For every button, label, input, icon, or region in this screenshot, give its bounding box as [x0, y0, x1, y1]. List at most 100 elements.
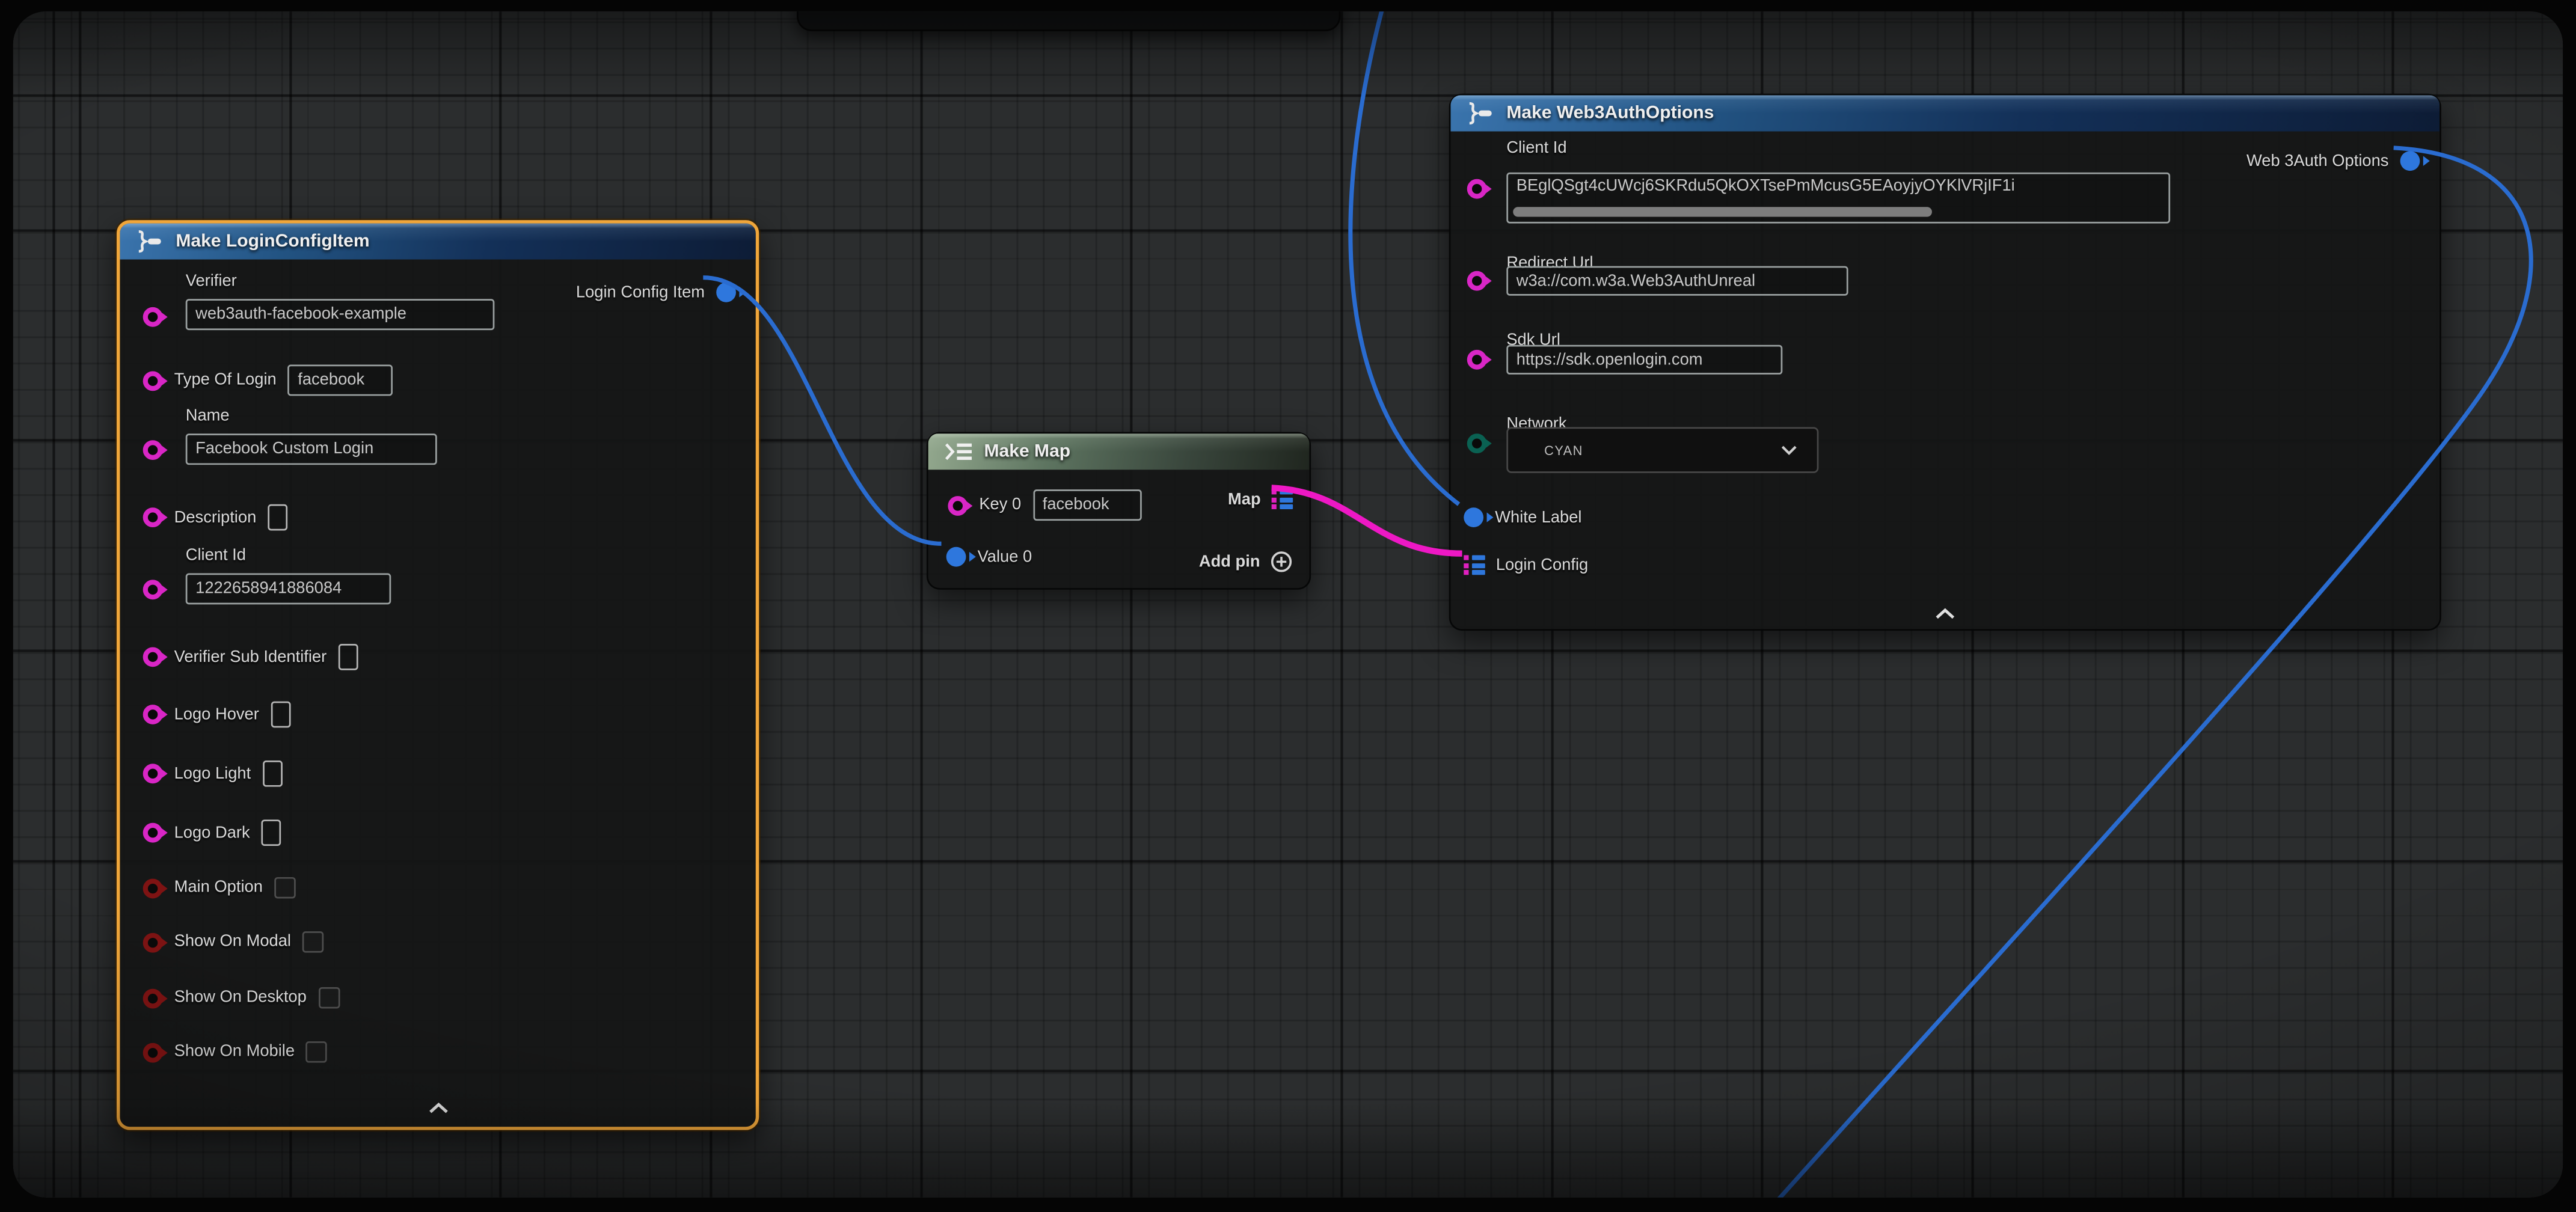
node-header[interactable]: Make Map — [928, 433, 1310, 470]
pin-label-login-config: Login Config — [1496, 556, 1588, 574]
input-pin-client-id[interactable] — [1467, 179, 1487, 199]
node-make-web3authoptions[interactable]: Make Web3AuthOptions Web 3Auth Options C… — [1449, 94, 2441, 631]
input-pin-verifier-sub-identifier[interactable] — [143, 647, 163, 667]
node-make-map[interactable]: Make Map Key 0 facebook Map Value 0 Add … — [927, 432, 1311, 590]
pin-label-verifier: Verifier — [186, 273, 237, 291]
row-verifier-sub-identifier: Verifier Sub Identifier — [143, 644, 358, 670]
redirect-url-input[interactable]: w3a://com.w3a.Web3AuthUnreal — [1506, 266, 1848, 296]
input-pin-logo-dark[interactable] — [143, 823, 163, 843]
row-description: Description — [143, 504, 288, 531]
row-main-option: Main Option — [143, 877, 296, 899]
input-pin-show-on-mobile[interactable] — [143, 1042, 163, 1062]
client-id-scrollbar[interactable] — [1513, 207, 1932, 216]
show-on-mobile-checkbox[interactable] — [306, 1041, 328, 1063]
node-title: Make Web3AuthOptions — [1506, 103, 1714, 123]
output-row-map: Map — [1228, 489, 1293, 509]
output-pin-label: Login Config Item — [576, 283, 705, 301]
row-value0: Value 0 — [946, 547, 1032, 567]
node-header[interactable]: Make Web3AuthOptions — [1450, 95, 2440, 131]
show-on-modal-checkbox[interactable] — [302, 931, 324, 953]
row-show-on-desktop: Show On Desktop — [143, 987, 340, 1009]
pin-label-show-on-modal: Show On Modal — [174, 933, 291, 951]
input-pin-description[interactable] — [143, 507, 163, 527]
output-pin-label: Web 3Auth Options — [2246, 152, 2388, 170]
show-on-desktop-checkbox[interactable] — [318, 987, 340, 1009]
pin-label-verifier-sub-identifier: Verifier Sub Identifier — [174, 648, 327, 666]
client-id-input[interactable]: BEglQSgt4cUWcj6SKRdu5QkOXTsePmMcusG5EAoy… — [1506, 173, 2170, 224]
input-pin-name[interactable] — [143, 440, 163, 460]
pin-label-description: Description — [174, 509, 257, 527]
logo-light-input[interactable] — [262, 761, 282, 787]
input-pin-client-id[interactable] — [143, 580, 163, 599]
network-dropdown[interactable]: CYAN — [1506, 427, 1818, 473]
pin-label-logo-hover: Logo Hover — [174, 705, 259, 723]
pin-label-name: Name — [186, 408, 230, 426]
logo-dark-input[interactable] — [262, 819, 281, 846]
pin-label-client-id: Client Id — [1506, 139, 1566, 158]
input-pin-sdk-url[interactable] — [1467, 350, 1487, 370]
input-pin-main-option[interactable] — [143, 878, 163, 898]
client-id-text: BEglQSgt4cUWcj6SKRdu5QkOXTsePmMcusG5EAoy… — [1516, 177, 2015, 195]
add-pin-icon — [1270, 550, 1293, 573]
node-title: Make LoginConfigItem — [176, 231, 369, 251]
input-pin-key0[interactable] — [948, 495, 968, 515]
logo-hover-input[interactable] — [271, 702, 290, 728]
pin-label-main-option: Main Option — [174, 879, 263, 897]
row-logo-light: Logo Light — [143, 761, 282, 787]
input-pin-logo-hover[interactable] — [143, 705, 163, 724]
add-pin-button[interactable]: Add pin — [1199, 550, 1293, 573]
input-pin-show-on-desktop[interactable] — [143, 988, 163, 1008]
node-make-loginconfigitem[interactable]: Make LoginConfigItem Login Config Item V… — [117, 220, 759, 1130]
type-of-login-input[interactable]: facebook — [288, 365, 393, 396]
output-pin-label: Map — [1228, 491, 1261, 509]
pin-label-show-on-desktop: Show On Desktop — [174, 989, 307, 1007]
pin-label-show-on-mobile: Show On Mobile — [174, 1043, 295, 1061]
key0-input[interactable]: facebook — [1032, 489, 1141, 521]
main-option-checkbox[interactable] — [274, 877, 296, 899]
add-pin-label: Add pin — [1199, 552, 1260, 571]
pin-label-type-of-login: Type Of Login — [174, 371, 277, 389]
description-input[interactable] — [268, 504, 287, 531]
graph-viewport[interactable]: Make LoginConfigItem Login Config Item V… — [13, 11, 2563, 1198]
network-dropdown-value: CYAN — [1508, 442, 1583, 458]
pin-label-key0: Key 0 — [979, 496, 1021, 514]
input-pin-network[interactable] — [1467, 433, 1487, 453]
make-map-icon — [941, 440, 974, 463]
input-pin-logo-light[interactable] — [143, 764, 163, 783]
row-logo-hover: Logo Hover — [143, 702, 290, 728]
input-pin-show-on-modal[interactable] — [143, 932, 163, 952]
row-show-on-modal: Show On Modal — [143, 931, 324, 953]
pin-label-logo-light: Logo Light — [174, 765, 251, 783]
output-row-web3auth-options: Web 3Auth Options — [2246, 151, 2420, 171]
blueprint-graph: Make LoginConfigItem Login Config Item V… — [0, 0, 2576, 1212]
collapse-node-button[interactable] — [1934, 608, 1957, 619]
pin-label-white-label: White Label — [1495, 509, 1581, 527]
make-struct-icon — [1464, 102, 1497, 124]
client-id-input[interactable]: 1222658941886084 — [186, 574, 391, 605]
pin-label-value0: Value 0 — [978, 548, 1032, 566]
input-pin-redirect-url[interactable] — [1467, 271, 1487, 291]
verifier-sub-identifier-input[interactable] — [338, 644, 358, 670]
pin-label-logo-dark: Logo Dark — [174, 824, 250, 842]
verifier-input[interactable]: web3auth-facebook-example — [186, 299, 495, 330]
input-pin-white-label[interactable] — [1464, 507, 1483, 527]
collapse-node-button[interactable] — [426, 1102, 449, 1113]
make-struct-icon — [133, 230, 166, 252]
node-title: Make Map — [984, 442, 1071, 462]
offscreen-node-edge[interactable] — [797, 11, 1340, 31]
input-pin-type-of-login[interactable] — [143, 370, 163, 390]
chevron-down-icon — [1781, 445, 1797, 454]
input-pin-login-config[interactable] — [1464, 555, 1484, 575]
name-input[interactable]: Facebook Custom Login — [186, 433, 437, 465]
output-row-login-config-item: Login Config Item — [576, 283, 736, 302]
output-pin-web3auth-options[interactable] — [2400, 151, 2420, 171]
row-white-label: White Label — [1464, 507, 1581, 527]
row-login-config: Login Config — [1464, 555, 1588, 575]
row-show-on-mobile: Show On Mobile — [143, 1041, 328, 1063]
input-pin-verifier[interactable] — [143, 307, 163, 327]
row-key0: Key 0 facebook — [948, 489, 1141, 521]
row-logo-dark: Logo Dark — [143, 819, 281, 846]
sdk-url-input[interactable]: https://sdk.openlogin.com — [1506, 345, 1782, 375]
input-pin-value0[interactable] — [946, 547, 966, 567]
node-header[interactable]: Make LoginConfigItem — [120, 224, 755, 260]
